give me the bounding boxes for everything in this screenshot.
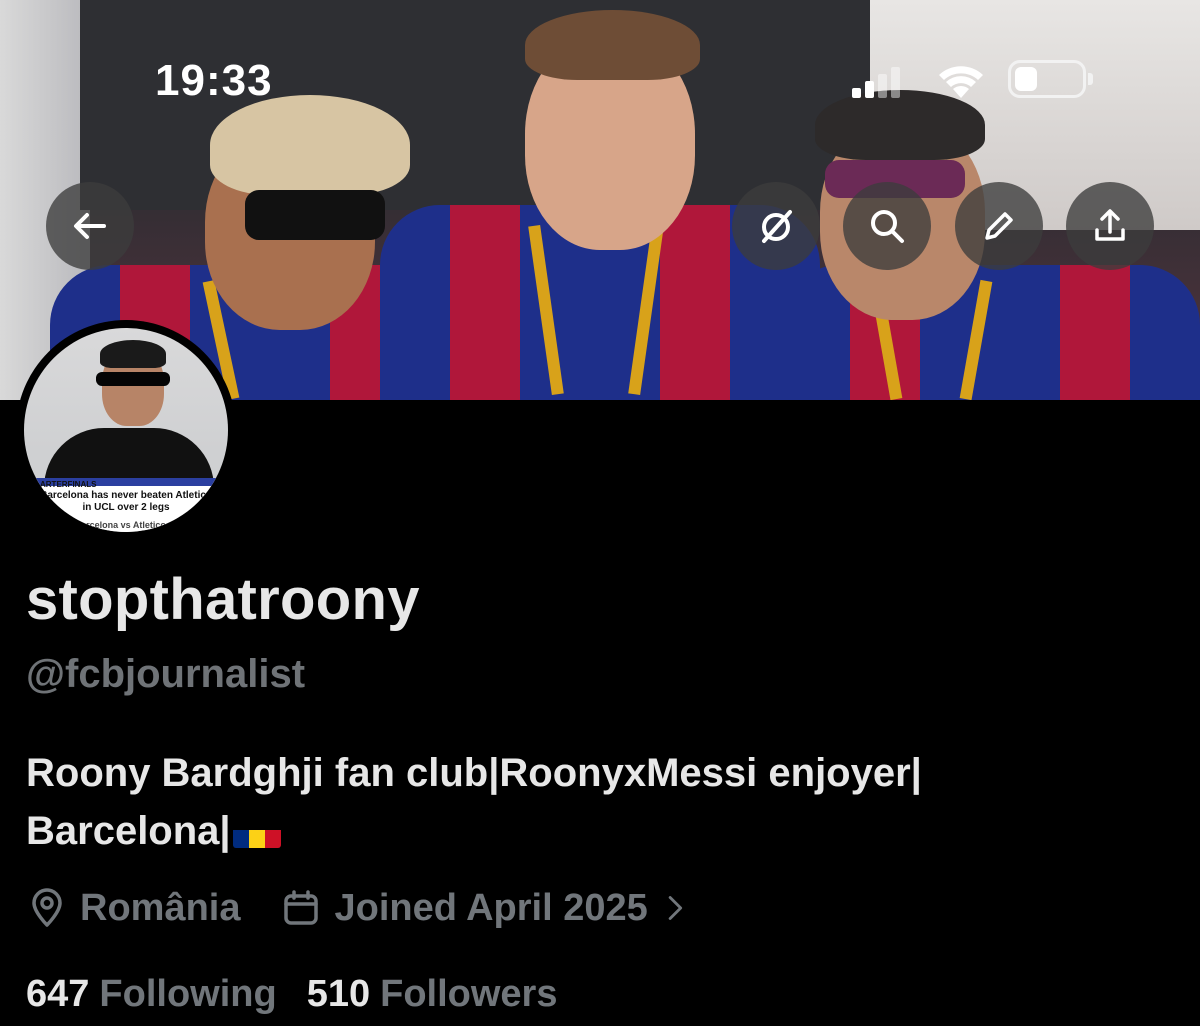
romania-flag-icon	[232, 818, 281, 849]
grok-button[interactable]	[732, 182, 820, 270]
chevron-right-icon	[668, 896, 682, 920]
joined-date[interactable]: Joined April 2025	[280, 887, 691, 930]
profile-meta: România Joined April 2025	[26, 880, 692, 936]
display-name: stopthatroony	[26, 567, 420, 632]
avatar-caption-1: ARTERFINALS	[40, 480, 97, 489]
location-pin-icon	[32, 888, 62, 927]
edit-button[interactable]	[955, 182, 1043, 270]
avatar-caption-2: FC Barcelona has never beaten Atletico M…	[24, 490, 228, 501]
bio-line-1: Roony Bardghji fan club|RoonyxMessi enjo…	[26, 751, 922, 795]
location-text: România	[80, 886, 241, 929]
wifi-icon	[935, 60, 987, 100]
joined-text: Joined April 2025	[334, 886, 648, 929]
avatar-caption-4: rcelona vs Atletico	[86, 520, 166, 530]
avatar-photo: ARTERFINALS FC Barcelona has never beate…	[24, 328, 228, 532]
following-count: 647	[26, 972, 90, 1015]
calendar-icon	[284, 890, 319, 925]
user-handle: @fcbjournalist	[26, 652, 306, 696]
pencil-icon	[985, 212, 1013, 240]
search-button[interactable]	[843, 182, 931, 270]
location: România	[26, 887, 240, 930]
followers-count: 510	[306, 972, 371, 1015]
followers-link[interactable]: 510 Followers	[307, 973, 558, 1016]
back-button[interactable]	[46, 182, 134, 270]
bio-line-2: Barcelona|	[26, 809, 231, 853]
cellular-signal-icon	[852, 64, 912, 98]
search-icon	[871, 210, 904, 243]
battery-icon	[1008, 60, 1093, 98]
share-icon	[1095, 209, 1125, 241]
following-label: Following	[99, 972, 277, 1015]
following-link[interactable]: 647 Following	[26, 973, 277, 1016]
back-arrow-icon	[74, 213, 106, 239]
avatar-caption-3: in UCL over 2 legs	[82, 502, 170, 513]
status-time: 19:33	[155, 56, 273, 105]
followers-label: Followers	[380, 972, 558, 1015]
profile-bio: Roony Bardghji fan club|RoonyxMessi enjo…	[26, 744, 1176, 860]
share-button[interactable]	[1066, 182, 1154, 270]
follow-stats: 647 Following 510 Followers	[26, 966, 557, 1022]
profile-avatar[interactable]: ARTERFINALS FC Barcelona has never beate…	[16, 320, 236, 540]
grok-icon	[762, 210, 792, 243]
